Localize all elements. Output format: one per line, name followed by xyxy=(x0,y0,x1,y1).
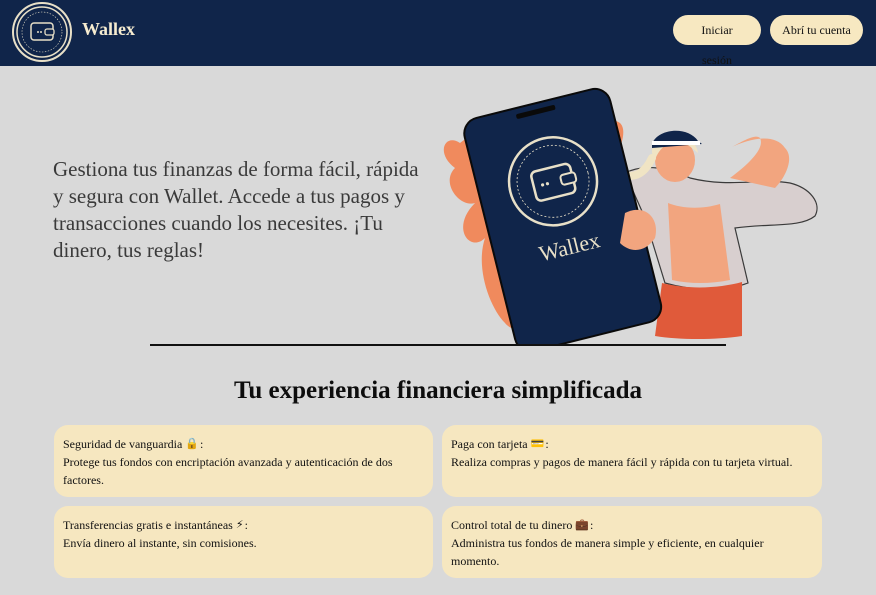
feature-title: Paga con tarjeta xyxy=(451,437,528,451)
lightning-icon: ⚡ xyxy=(235,518,244,531)
brand-name[interactable]: Wallex xyxy=(82,19,135,40)
section-divider xyxy=(150,344,726,346)
feature-description: Protege tus fondos con encriptación avan… xyxy=(63,455,393,487)
cap-band-shape xyxy=(652,141,700,145)
torso-shape xyxy=(668,203,730,283)
login-button[interactable]: Iniciar sesión xyxy=(673,15,761,67)
feature-card-transfers: Transferencias gratis e instantáneas ⚡ :… xyxy=(54,506,433,578)
feature-card-security: Seguridad de vanguardia 🔒 : Protege tus … xyxy=(54,425,433,497)
feature-colon: : xyxy=(590,518,594,532)
feature-description: Envía dinero al instante, sin comisiones… xyxy=(63,536,257,550)
wallet-logo-icon[interactable] xyxy=(12,2,72,62)
hero-text: Gestiona tus finanzas de forma fácil, rá… xyxy=(53,157,419,262)
feature-card-control: Control total de tu dinero 💼 : Administr… xyxy=(442,506,822,578)
feature-description: Administra tus fondos de manera simple y… xyxy=(451,536,764,568)
feature-title: Transferencias gratis e instantáneas xyxy=(63,518,233,532)
signup-button[interactable]: Abrí tu cuenta xyxy=(770,15,863,45)
feature-colon: : xyxy=(200,437,204,451)
lock-icon: 🔒 xyxy=(185,437,199,450)
feature-card-card-payment: Paga con tarjeta 💳 : Realiza compras y p… xyxy=(442,425,822,497)
credit-card-icon: 💳 xyxy=(530,437,545,450)
holding-hand-shape xyxy=(620,209,656,250)
feature-colon: : xyxy=(244,518,248,532)
navbar: Wallex Iniciar sesión Abrí tu cuenta xyxy=(0,0,876,67)
features-title: Tu experiencia financiera simplificada xyxy=(233,377,643,404)
skirt-shape xyxy=(655,282,742,339)
feature-description: Realiza compras y pagos de manera fácil … xyxy=(451,455,793,469)
briefcase-icon: 💼 xyxy=(575,518,590,531)
hero-illustration: Wallex xyxy=(443,87,818,346)
pointing-arm-shape xyxy=(730,136,790,188)
feature-title: Seguridad de vanguardia xyxy=(63,437,183,451)
feature-colon: : xyxy=(545,437,549,451)
feature-title: Control total de tu dinero xyxy=(451,518,573,532)
